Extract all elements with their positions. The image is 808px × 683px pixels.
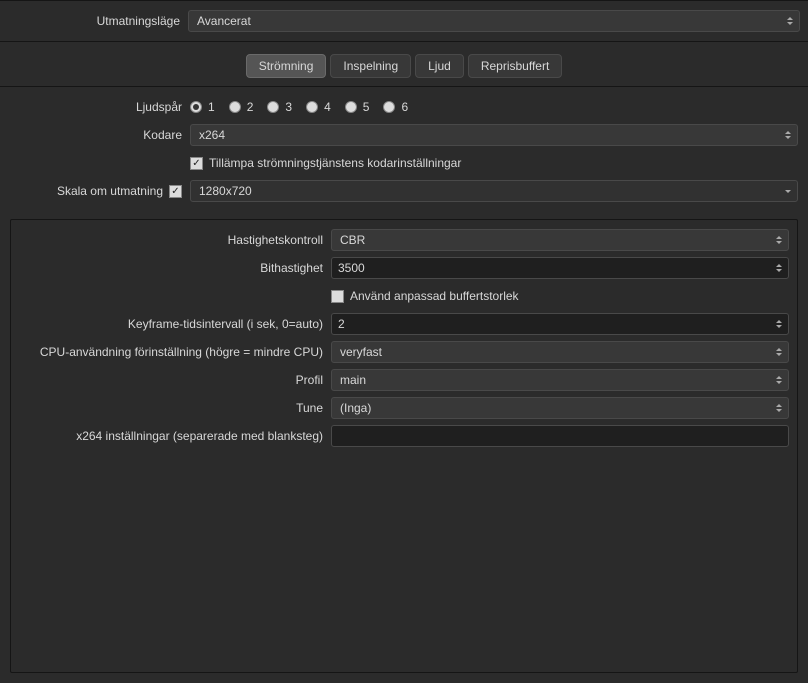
updown-icon — [781, 126, 795, 144]
audio-track-2-label: 2 — [247, 100, 254, 114]
tune-row: Tune (Inga) — [19, 394, 789, 422]
custom-buffer-checkbox[interactable] — [331, 290, 344, 303]
output-mode-label: Utmatningsläge — [8, 14, 188, 28]
profile-value: main — [340, 373, 366, 387]
updown-icon — [772, 371, 786, 389]
tune-select[interactable]: (Inga) — [331, 397, 789, 419]
updown-icon — [772, 343, 786, 361]
profile-label: Profil — [19, 373, 331, 387]
audio-track-3-label: 3 — [285, 100, 292, 114]
cpu-preset-select[interactable]: veryfast — [331, 341, 789, 363]
audio-track-radio-1[interactable] — [190, 101, 202, 113]
audio-track-6-label: 6 — [401, 100, 408, 114]
output-mode-select[interactable]: Avancerat — [188, 10, 800, 32]
encoder-row: Kodare x264 — [10, 121, 798, 149]
audio-track-1-label: 1 — [208, 100, 215, 114]
tab-recording[interactable]: Inspelning — [330, 54, 411, 78]
audio-track-radio-4[interactable] — [306, 101, 318, 113]
enforce-service-row: ✓ Tillämpa strömningstjänstens kodarinst… — [10, 149, 798, 177]
chevron-down-icon — [781, 182, 795, 200]
audio-track-4-label: 4 — [324, 100, 331, 114]
x264opts-label: x264 inställningar (separerade med blank… — [19, 429, 331, 443]
rescale-checkbox[interactable]: ✓ — [169, 185, 182, 198]
tab-replay-buffer[interactable]: Reprisbuffert — [468, 54, 562, 78]
cpu-preset-label: CPU-användning förinställning (högre = m… — [19, 345, 331, 359]
encoder-value: x264 — [199, 128, 225, 142]
rescale-select[interactable]: 1280x720 — [190, 180, 798, 202]
audio-track-5-label: 5 — [363, 100, 370, 114]
rate-control-label: Hastighetskontroll — [19, 233, 331, 247]
keyframe-label: Keyframe-tidsintervall (i sek, 0=auto) — [19, 317, 331, 331]
profile-row: Profil main — [19, 366, 789, 394]
rate-control-select[interactable]: CBR — [331, 229, 789, 251]
bitrate-label: Bithastighet — [19, 261, 331, 275]
custom-buffer-row: Använd anpassad buffertstorlek — [19, 282, 789, 310]
audio-track-radio-5[interactable] — [345, 101, 357, 113]
updown-icon — [772, 315, 786, 333]
audio-track-row: Ljudspår 1 2 3 4 5 6 — [10, 93, 798, 121]
rescale-label: Skala om utmatning — [57, 184, 163, 198]
tab-audio[interactable]: Ljud — [415, 54, 464, 78]
updown-icon — [783, 12, 797, 30]
x264opts-input[interactable] — [331, 425, 789, 447]
x264opts-row: x264 inställningar (separerade med blank… — [19, 422, 789, 450]
updown-icon — [772, 399, 786, 417]
encoder-label: Kodare — [10, 128, 190, 142]
keyframe-value: 2 — [338, 317, 345, 331]
encoder-settings-group: Hastighetskontroll CBR Bithastighet 3500 — [10, 219, 798, 673]
enforce-service-label: Tillämpa strömningstjänstens kodarinstäl… — [209, 156, 461, 170]
keyframe-input[interactable]: 2 — [331, 313, 789, 335]
updown-icon — [772, 259, 786, 277]
tab-streaming[interactable]: Strömning — [246, 54, 327, 78]
enforce-service-checkbox[interactable]: ✓ — [190, 157, 203, 170]
encoder-select[interactable]: x264 — [190, 124, 798, 146]
rate-control-value: CBR — [340, 233, 365, 247]
updown-icon — [772, 231, 786, 249]
audio-track-radio-2[interactable] — [229, 101, 241, 113]
bitrate-input[interactable]: 3500 — [331, 257, 789, 279]
keyframe-row: Keyframe-tidsintervall (i sek, 0=auto) 2 — [19, 310, 789, 338]
audio-track-radio-3[interactable] — [267, 101, 279, 113]
bitrate-row: Bithastighet 3500 — [19, 254, 789, 282]
tune-value: (Inga) — [340, 401, 371, 415]
streaming-panel: Ljudspår 1 2 3 4 5 6 Kodare x264 — [0, 87, 808, 683]
output-mode-value: Avancerat — [197, 14, 251, 28]
profile-select[interactable]: main — [331, 369, 789, 391]
output-mode-row: Utmatningsläge Avancerat — [0, 0, 808, 42]
rescale-row: Skala om utmatning ✓ 1280x720 — [10, 177, 798, 205]
audio-track-radio-6[interactable] — [383, 101, 395, 113]
bitrate-value: 3500 — [338, 261, 365, 275]
audio-track-label: Ljudspår — [10, 100, 190, 114]
custom-buffer-label: Använd anpassad buffertstorlek — [350, 289, 519, 303]
cpu-preset-value: veryfast — [340, 345, 382, 359]
output-tabs: Strömning Inspelning Ljud Reprisbuffert — [0, 42, 808, 87]
rate-control-row: Hastighetskontroll CBR — [19, 226, 789, 254]
tune-label: Tune — [19, 401, 331, 415]
rescale-value: 1280x720 — [199, 184, 252, 198]
cpu-preset-row: CPU-användning förinställning (högre = m… — [19, 338, 789, 366]
